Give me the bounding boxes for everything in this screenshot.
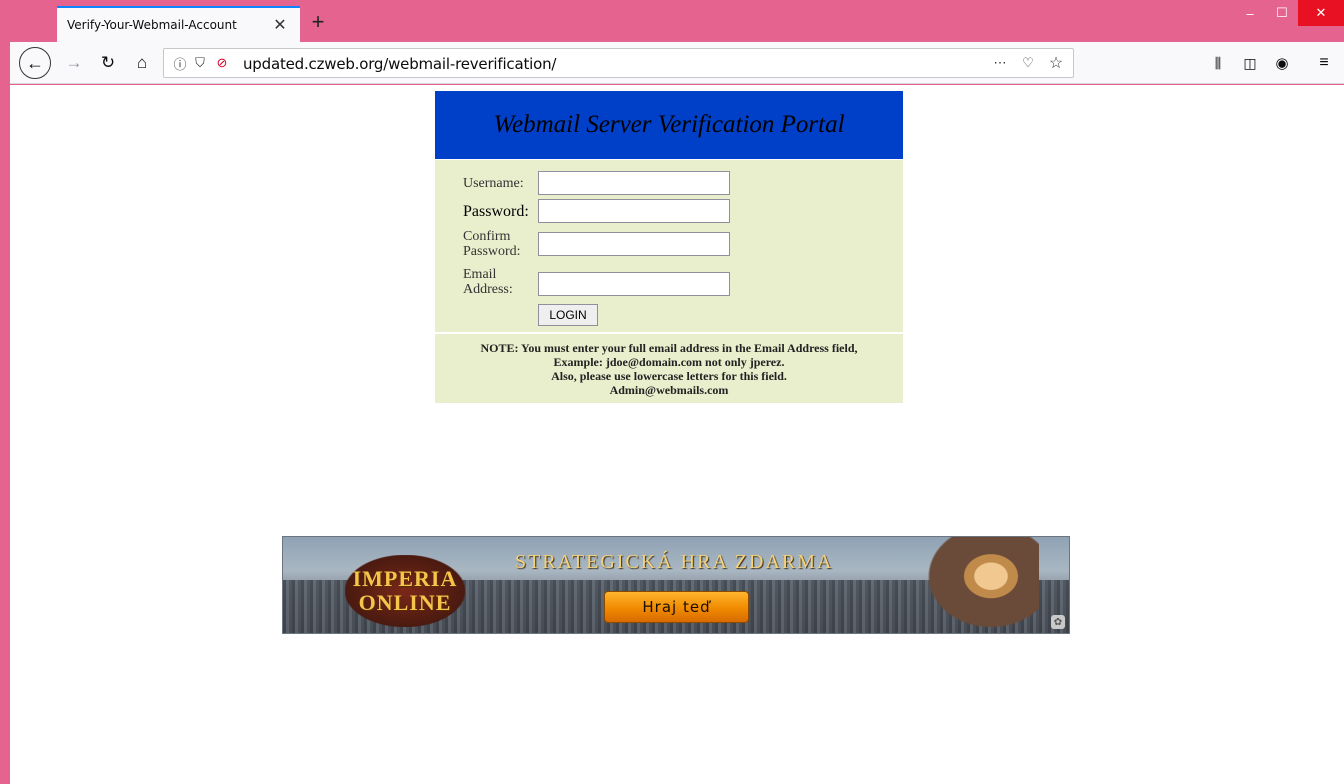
tab-active[interactable]: Verify-Your-Webmail-Account ✕ (57, 6, 300, 42)
login-form: Username: Password: Confirm Password: Em… (434, 160, 904, 332)
note-line-2: Example: jdoe@domain.com not only jperez… (553, 355, 785, 369)
home-icon[interactable]: ⌂ (128, 49, 156, 77)
ad-warrior-image (919, 537, 1039, 633)
email-address-label: Email Address: (463, 267, 513, 297)
ad-logo: IMPERIA ONLINE (345, 555, 465, 627)
url-text[interactable]: updated.czweb.org/webmail-reverification… (243, 55, 556, 73)
tab-close-icon[interactable]: ✕ (270, 15, 290, 35)
ad-play-button[interactable]: Hraj teď (604, 591, 749, 623)
ad-logo-line1: IMPERIA (352, 566, 458, 591)
reload-icon[interactable]: ↻ (94, 49, 122, 77)
navigation-bar: ← → ↻ ⌂ ⓘ ⛉ ⊘ updated.czweb.org/webmail-… (10, 42, 1344, 84)
note-line-4: Admin@webmails.com (609, 383, 729, 397)
page-actions-icon[interactable]: ⋯ (990, 53, 1010, 73)
forward-icon[interactable]: → (60, 49, 88, 77)
note-line-3: Also, please use lowercase letters for t… (551, 369, 787, 383)
login-button[interactable]: LOGIN (538, 304, 598, 326)
window-controls: – ☐ ✕ (1234, 0, 1344, 28)
ad-logo-line2: ONLINE (358, 590, 452, 615)
maximize-icon[interactable]: ☐ (1266, 0, 1298, 26)
menu-icon[interactable]: ≡ (1310, 49, 1338, 77)
ad-tagline: STRATEGICKÁ HRA ZDARMA (515, 551, 834, 573)
username-label: Username: (463, 176, 524, 191)
verification-portal: Webmail Server Verification Portal Usern… (434, 90, 904, 403)
portal-header: Webmail Server Verification Portal (434, 90, 904, 160)
password-label: Password: (463, 203, 529, 220)
ad-info-icon[interactable]: ✿ (1051, 615, 1065, 629)
new-tab-icon[interactable]: + (304, 8, 332, 36)
portal-title: Webmail Server Verification Portal (493, 111, 845, 138)
confirm-password-label-line1: Confirm (463, 229, 511, 244)
sidebar-icon[interactable]: ◫ (1236, 49, 1264, 77)
pocket-icon[interactable]: ♡ (1018, 53, 1038, 73)
minimize-icon[interactable]: – (1234, 0, 1266, 26)
info-icon[interactable]: ⓘ (170, 53, 190, 73)
tracking-shield-icon[interactable]: ⛉ (190, 53, 210, 73)
title-bar: Verify-Your-Webmail-Account ✕ + – ☐ ✕ (0, 0, 1344, 42)
page-content: Webmail Server Verification Portal Usern… (10, 85, 1344, 784)
insecure-lock-icon[interactable]: ⊘ (212, 53, 232, 73)
note-line-1: NOTE: You must enter your full email add… (480, 341, 858, 355)
username-field[interactable] (538, 171, 730, 195)
back-icon[interactable]: ← (19, 47, 51, 79)
confirm-password-label-line2: Password: (463, 244, 521, 259)
url-bar[interactable]: ⓘ ⛉ ⊘ updated.czweb.org/webmail-reverifi… (163, 48, 1074, 78)
confirm-password-field[interactable] (538, 232, 730, 256)
library-icon[interactable]: ⫼ (1204, 49, 1232, 77)
password-field[interactable] (538, 199, 730, 223)
email-address-label-line2: Address: (463, 282, 513, 297)
account-icon[interactable]: ◉ (1268, 49, 1296, 77)
email-address-label-line1: Email (463, 267, 497, 282)
confirm-password-label: Confirm Password: (463, 229, 521, 259)
email-address-field[interactable] (538, 272, 730, 296)
tab-title: Verify-Your-Webmail-Account (67, 18, 237, 32)
close-window-icon[interactable]: ✕ (1298, 0, 1344, 26)
bookmark-star-icon[interactable]: ☆ (1046, 53, 1066, 73)
banner-ad[interactable]: IMPERIA ONLINE STRATEGICKÁ HRA ZDARMA Hr… (282, 536, 1070, 634)
note-box: NOTE: You must enter your full email add… (434, 334, 904, 403)
